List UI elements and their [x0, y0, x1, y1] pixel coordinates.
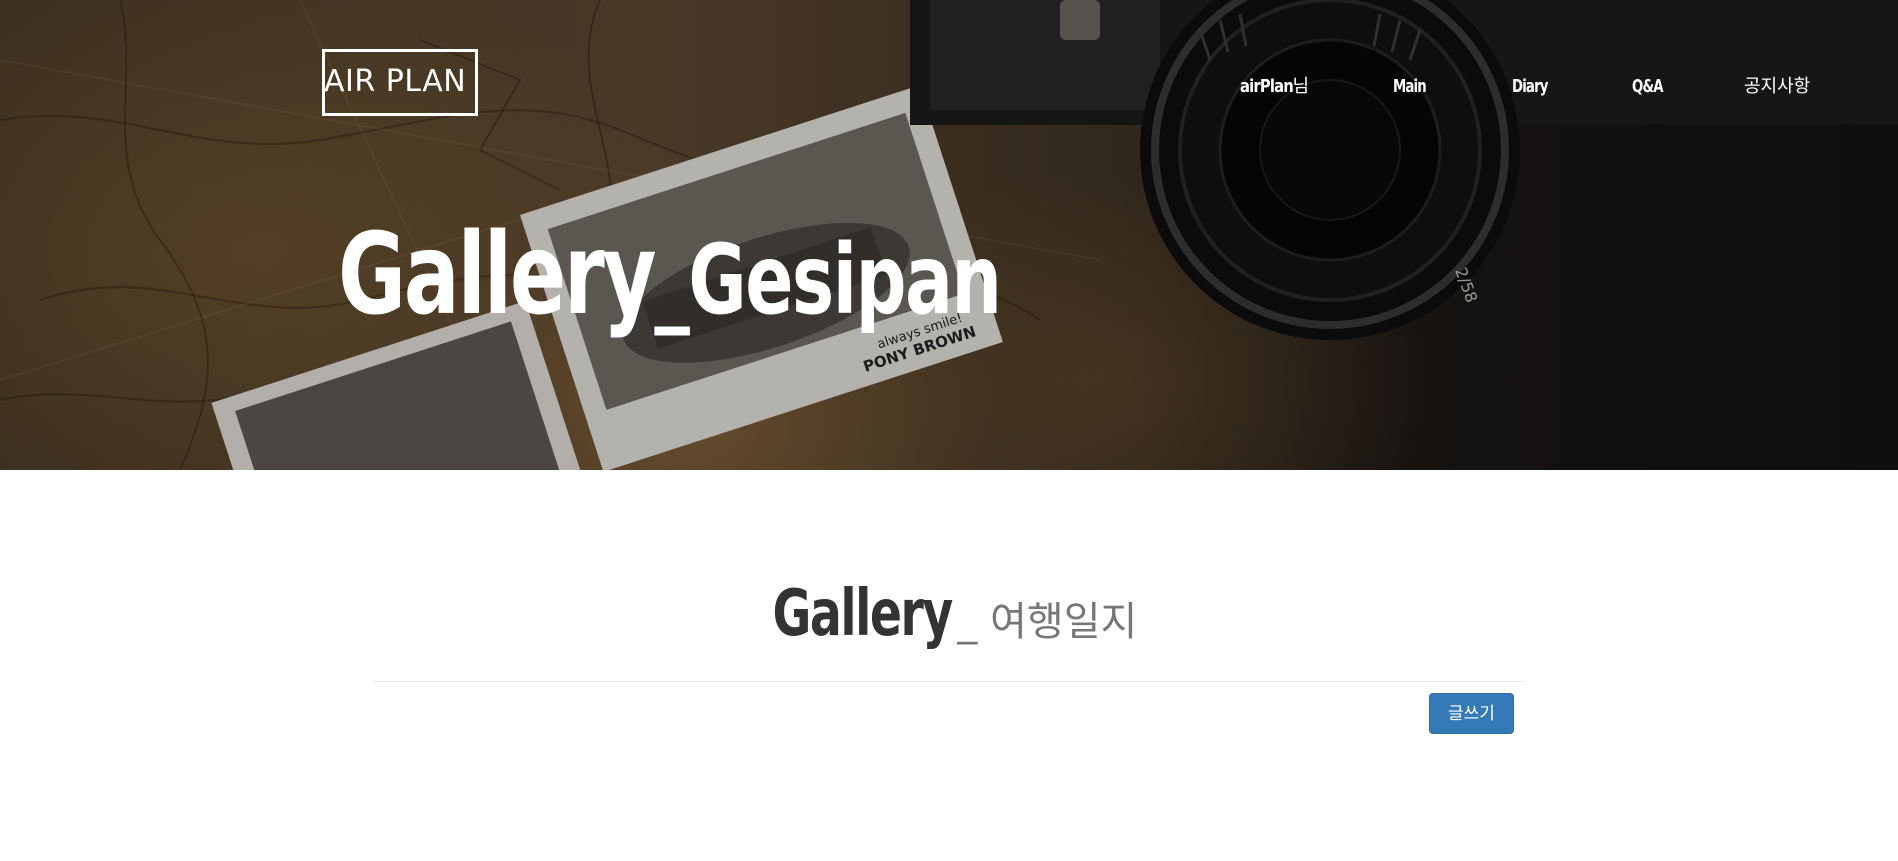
nav-main[interactable]: Main	[1393, 74, 1427, 100]
write-post-button[interactable]: 글쓰기	[1429, 693, 1514, 734]
nav-user-name: airPlan	[1240, 76, 1294, 97]
section-title: Gallery _ 여행일지	[0, 577, 1898, 651]
nav-diary[interactable]: Diary	[1512, 74, 1548, 100]
logo[interactable]: AIR PLAN	[324, 64, 466, 100]
nav-qna[interactable]: Q&A	[1632, 74, 1664, 100]
divider	[374, 681, 1524, 682]
nav-user-suffix: 님	[1292, 76, 1310, 97]
hero-title: Gallery_Gesipan	[338, 210, 1002, 343]
hero-title-main: Gallery	[338, 210, 657, 340]
nav-notice[interactable]: 공지사항	[1744, 74, 1810, 100]
nav-user[interactable]: airPlan님	[1240, 74, 1309, 100]
section-subtitle: _ 여행일지	[957, 599, 1138, 645]
section-title-main: Gallery	[772, 577, 953, 651]
hero-title-sub: _Gesipan	[654, 224, 1002, 336]
